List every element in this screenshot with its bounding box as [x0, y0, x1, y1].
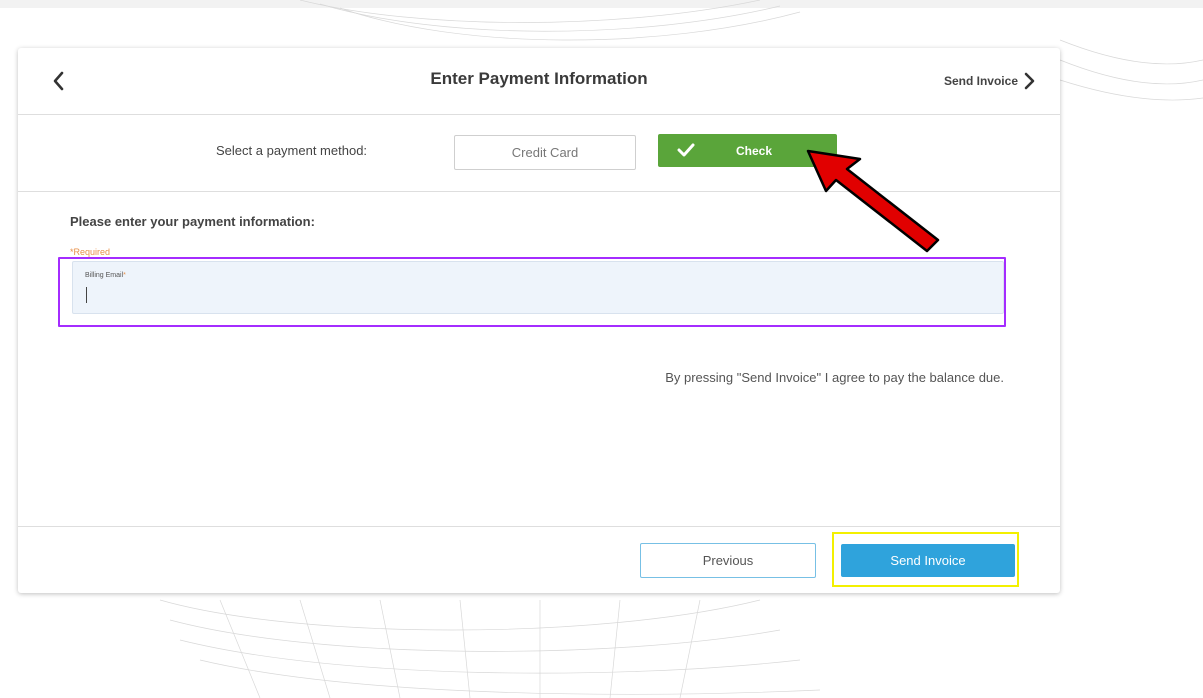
chevron-right-icon: [1024, 72, 1035, 90]
agreement-text: By pressing "Send Invoice" I agree to pa…: [665, 370, 1004, 385]
credit-card-option-button[interactable]: Credit Card: [454, 135, 636, 170]
required-star: *: [123, 272, 126, 279]
billing-email-field[interactable]: Billing Email*: [72, 261, 1004, 314]
previous-button[interactable]: Previous: [640, 543, 816, 578]
payment-method-label: Select a payment method:: [216, 143, 368, 158]
text-cursor: [86, 287, 87, 303]
checkmark-icon: [677, 143, 695, 157]
card-header: Enter Payment Information Send Invoice: [18, 48, 1060, 115]
send-invoice-button[interactable]: Send Invoice: [841, 544, 1015, 577]
billing-email-label: Billing Email*: [85, 272, 126, 279]
payment-info-heading: Please enter your payment information:: [70, 214, 315, 229]
send-invoice-next-link[interactable]: Send Invoice: [944, 72, 1036, 90]
check-option-label: Check: [736, 144, 773, 158]
page-title: Enter Payment Information: [430, 69, 648, 88]
next-link-label: Send Invoice: [943, 74, 1018, 88]
red-arrow-icon: [806, 149, 940, 253]
required-note: *Required: [70, 247, 111, 257]
payment-card: Enter Payment Information Send Invoice S…: [18, 48, 1060, 593]
card-footer: Previous Send Invoice: [18, 526, 1060, 594]
